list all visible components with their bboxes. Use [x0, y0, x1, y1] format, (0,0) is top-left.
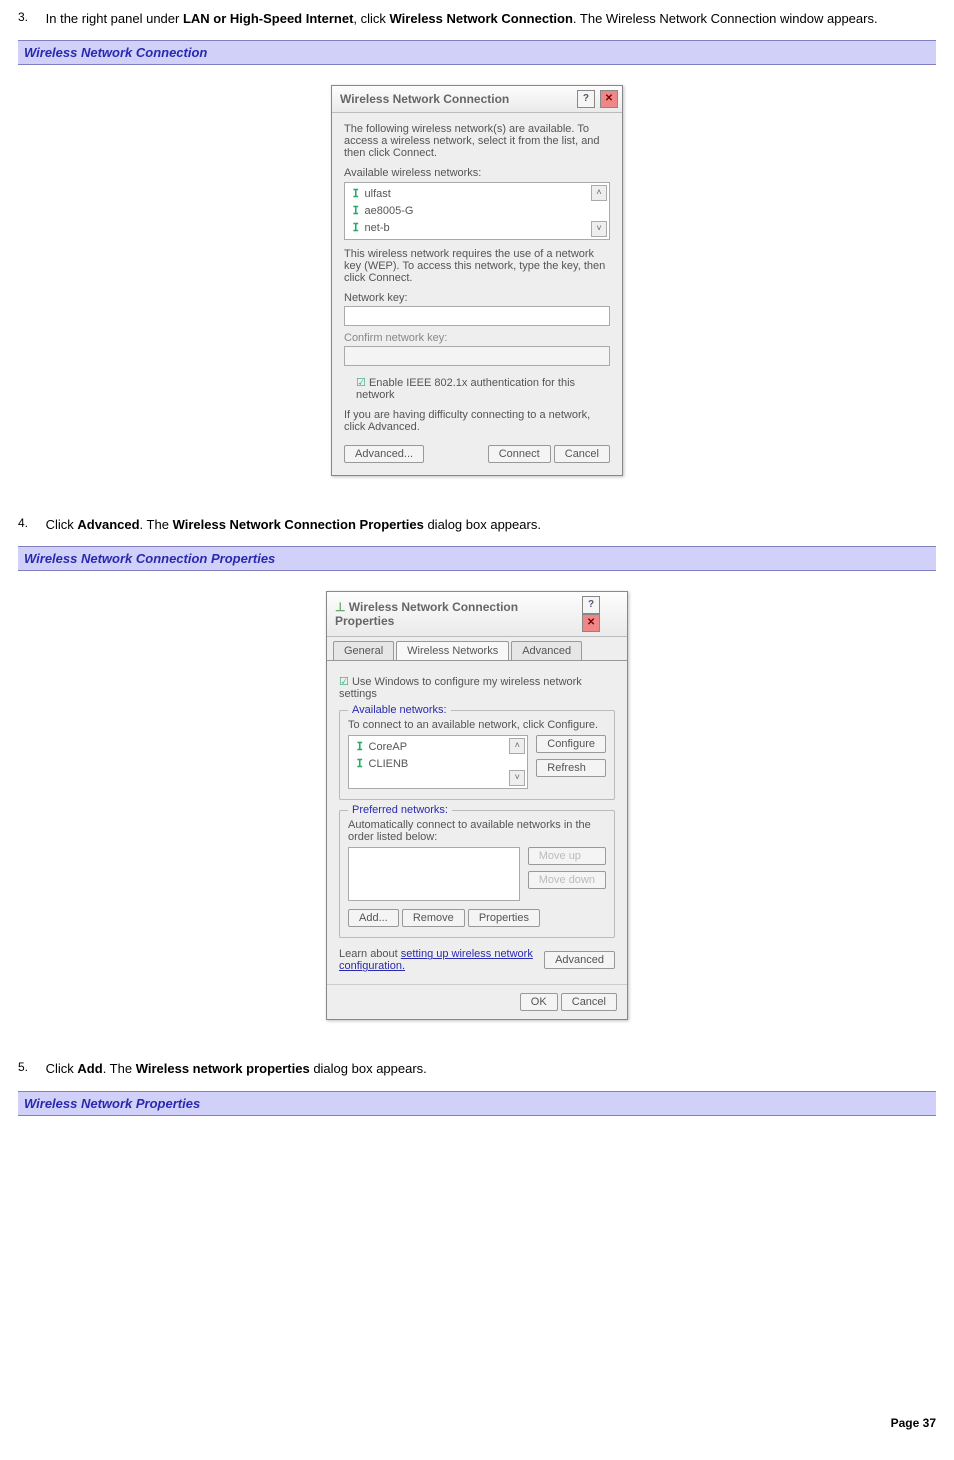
use-windows-row: ☑ Use Windows to configure my wireless n…	[339, 675, 615, 700]
bold-text: Wireless Network Connection Properties	[173, 517, 424, 532]
help-icon[interactable]: ?	[582, 596, 600, 614]
key-label: Network key:	[344, 292, 610, 304]
tab-bar: General Wireless Networks Advanced	[327, 637, 627, 661]
scroll-up-icon[interactable]: ˄	[591, 185, 607, 201]
titlebar: Wireless Network Connection ? ✕	[332, 86, 622, 113]
text: Click	[46, 517, 78, 532]
preferred-list[interactable]	[348, 847, 520, 901]
bold-text: LAN or High-Speed Internet	[183, 11, 353, 26]
step-text: Click Add. The Wireless network properti…	[46, 1060, 934, 1078]
cancel-button[interactable]: Cancel	[561, 993, 617, 1011]
heading-wnc: Wireless Network Connection	[18, 40, 936, 65]
confirm-key-input[interactable]	[344, 346, 610, 366]
app-icon: ⊥	[335, 600, 349, 614]
advanced-button[interactable]: Advanced	[544, 951, 615, 969]
text: Click	[46, 1061, 78, 1076]
move-up-button[interactable]: Move up	[528, 847, 606, 865]
list-item[interactable]: CoreAP	[353, 738, 523, 755]
dialog-title: Wireless Network Connection	[340, 92, 509, 106]
available-list[interactable]: CoreAP CLIENB ˄ ˅	[348, 735, 528, 789]
dialog1-wrap: Wireless Network Connection ? ✕ The foll…	[18, 85, 936, 476]
dialog-title: ⊥ Wireless Network Connection Properties	[335, 600, 580, 628]
ieee-row: ☑ Enable IEEE 802.1x authentication for …	[356, 376, 610, 401]
network-key-input[interactable]	[344, 306, 610, 326]
wncp-dialog: ⊥ Wireless Network Connection Properties…	[326, 591, 628, 1020]
close-icon[interactable]: ✕	[600, 90, 618, 108]
step-5: 5. Click Add. The Wireless network prope…	[18, 1060, 936, 1078]
use-windows-label: Use Windows to configure my wireless net…	[339, 676, 582, 700]
bold-text: Add	[77, 1061, 102, 1076]
step-3: 3. In the right panel under LAN or High-…	[18, 10, 936, 28]
text: . The	[103, 1061, 136, 1076]
group-title: Available networks:	[348, 704, 451, 716]
move-down-button[interactable]: Move down	[528, 871, 606, 889]
titlebar: ⊥ Wireless Network Connection Properties…	[327, 592, 627, 637]
network-item[interactable]: ae8005-G	[349, 202, 605, 219]
advanced-button[interactable]: Advanced...	[344, 445, 424, 463]
properties-button[interactable]: Properties	[468, 909, 540, 927]
page-number: Page 37	[18, 1416, 936, 1430]
network-item[interactable]: net-b	[349, 219, 605, 236]
avail-hint: To connect to an available network, clic…	[348, 719, 606, 731]
group-title: Preferred networks:	[348, 804, 452, 816]
difficulty-text: If you are having difficulty connecting …	[344, 409, 610, 433]
add-button[interactable]: Add...	[348, 909, 399, 927]
available-networks-list[interactable]: ulfast ae8005-G net-b ˄ ˅	[344, 182, 610, 240]
network-item[interactable]: ulfast	[349, 185, 605, 202]
text: , click	[353, 11, 389, 26]
bold-text: Wireless Network Connection	[390, 11, 573, 26]
ieee-label: Enable IEEE 802.1x authentication for th…	[356, 377, 575, 401]
tab-wireless-networks[interactable]: Wireless Networks	[396, 641, 509, 660]
title-text: Wireless Network Connection Properties	[335, 600, 518, 628]
text: In the right panel under	[46, 11, 183, 26]
text: Learn about	[339, 948, 401, 960]
wep-note: This wireless network requires the use o…	[344, 248, 610, 284]
connect-button[interactable]: Connect	[488, 445, 551, 463]
step-number: 5.	[18, 1060, 42, 1074]
help-icon[interactable]: ?	[577, 90, 595, 108]
list-item[interactable]: CLIENB	[353, 755, 523, 772]
learn-text: Learn about setting up wireless network …	[339, 948, 536, 972]
ok-button[interactable]: OK	[520, 993, 558, 1011]
text: dialog box appears.	[424, 517, 541, 532]
scroll-up-icon[interactable]: ˄	[509, 738, 525, 754]
preferred-networks-group: Preferred networks: Automatically connec…	[339, 810, 615, 938]
tab-advanced[interactable]: Advanced	[511, 641, 582, 660]
window-controls: ? ✕	[575, 90, 618, 108]
scroll-down-icon[interactable]: ˅	[591, 221, 607, 237]
cancel-button[interactable]: Cancel	[554, 445, 610, 463]
refresh-button[interactable]: Refresh	[536, 759, 606, 777]
step-text: In the right panel under LAN or High-Spe…	[46, 10, 934, 28]
dialog2-wrap: ⊥ Wireless Network Connection Properties…	[18, 591, 936, 1020]
window-controls: ? ✕	[580, 596, 623, 632]
tab-general[interactable]: General	[333, 641, 394, 660]
step-4: 4. Click Advanced. The Wireless Network …	[18, 516, 936, 534]
remove-button[interactable]: Remove	[402, 909, 465, 927]
text: . The	[140, 517, 173, 532]
text: . The Wireless Network Connection window…	[573, 11, 878, 26]
checkbox-icon[interactable]: ☑	[339, 676, 349, 688]
scroll-down-icon[interactable]: ˅	[509, 770, 525, 786]
text: dialog box appears.	[310, 1061, 427, 1076]
pref-hint: Automatically connect to available netwo…	[348, 819, 606, 843]
bold-text: Wireless network properties	[136, 1061, 310, 1076]
heading-wncp: Wireless Network Connection Properties	[18, 546, 936, 571]
close-icon[interactable]: ✕	[582, 614, 600, 632]
available-label: Available wireless networks:	[344, 167, 610, 179]
checkbox-icon[interactable]: ☑	[356, 377, 366, 389]
confirm-key-label: Confirm network key:	[344, 332, 610, 344]
available-networks-group: Available networks: To connect to an ava…	[339, 710, 615, 800]
step-text: Click Advanced. The Wireless Network Con…	[46, 516, 934, 534]
bold-text: Advanced	[77, 517, 139, 532]
wnc-dialog: Wireless Network Connection ? ✕ The foll…	[331, 85, 623, 476]
step-number: 3.	[18, 10, 42, 24]
configure-button[interactable]: Configure	[536, 735, 606, 753]
heading-wnp: Wireless Network Properties	[18, 1091, 936, 1116]
step-number: 4.	[18, 516, 42, 530]
intro-text: The following wireless network(s) are av…	[344, 123, 610, 159]
